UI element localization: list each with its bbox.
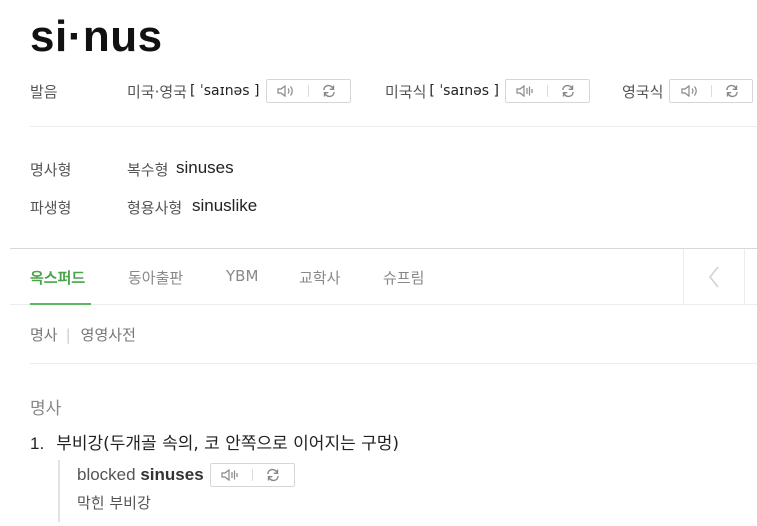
pron-region: 미국·영국	[127, 82, 187, 101]
subnav: 명사 | 영영사전	[30, 324, 136, 345]
pron-button-group	[265, 79, 351, 103]
example-line: blocked sinuses	[77, 460, 458, 490]
repeat-example-button[interactable]	[253, 464, 294, 486]
example-prefix: blocked	[77, 465, 136, 484]
speaker-icon	[221, 468, 238, 482]
tab-supreme[interactable]: 슈프림	[383, 267, 424, 288]
tab-kyohak[interactable]: 교학사	[299, 267, 340, 288]
pronunciation-label: 발음	[30, 83, 58, 101]
pron-button-group	[669, 79, 754, 103]
example-translation: 막힌 부비강	[77, 494, 151, 512]
sense-definition: 1. 부비강(두개골 속의, 코 안쪽으로 이어지는 구멍)	[30, 429, 399, 454]
pron-button-group	[504, 79, 590, 103]
example-button-group	[209, 463, 295, 487]
active-tab-indicator	[30, 303, 91, 305]
example-block: blocked sinuses 막힌 부비강	[58, 460, 458, 522]
form-word-link[interactable]: sinuslike	[192, 196, 257, 216]
tab-oxford[interactable]: 옥스퍼드	[30, 267, 85, 288]
sense-number: 1.	[30, 434, 45, 453]
headword: si·nus	[30, 12, 163, 61]
speaker-icon	[516, 84, 534, 98]
repeat-icon	[323, 84, 335, 98]
repeat-icon	[726, 84, 738, 98]
dictionary-tabs: 옥스퍼드 동아출판 YBM 교학사 슈프림	[10, 248, 757, 305]
repeat-pronunciation-button[interactable]	[548, 80, 589, 102]
pron-ipa: [ ˈsaɪnəs ]	[429, 83, 499, 99]
sense-meaning: 부비강(두개골 속의, 코 안쪽으로 이어지는 구멍)	[56, 434, 400, 454]
form-row-derived: 파생형 형용사형 sinuslike	[0, 195, 757, 219]
repeat-icon	[562, 84, 575, 98]
speaker-icon	[277, 84, 293, 98]
pronunciation-uk: 영국식	[622, 76, 754, 106]
play-pronunciation-button[interactable]	[506, 80, 547, 102]
form-kind: 형용사형	[127, 199, 183, 217]
play-pronunciation-button[interactable]	[267, 80, 308, 102]
form-label: 명사형	[30, 161, 72, 179]
divider	[30, 126, 757, 127]
pronunciation-row: 발음 미국·영국 [ ˈsaɪnəs ] 미국식 [ ˈsaɪnəs ] 영국식	[0, 76, 757, 106]
divider	[30, 363, 757, 364]
pron-ipa: [ ˈsaɪnəs ]	[189, 83, 260, 99]
repeat-pronunciation-button[interactable]	[309, 80, 350, 102]
example-highlight: sinuses	[140, 465, 204, 484]
example-text: blocked sinuses	[77, 465, 204, 485]
part-of-speech-heading: 명사	[30, 399, 62, 419]
pronunciation-us: 미국식 [ ˈsaɪnəs ]	[385, 76, 590, 106]
pron-region: 영국식	[622, 82, 664, 101]
tab-dongah[interactable]: 동아출판	[128, 267, 183, 288]
speaker-icon	[681, 84, 697, 98]
pronunciation-us-uk: 미국·영국 [ ˈsaɪnəs ]	[127, 76, 351, 106]
tab-ybm[interactable]: YBM	[226, 267, 258, 285]
subnav-dict-link[interactable]: 영영사전	[81, 324, 136, 345]
form-label: 파생형	[30, 199, 72, 217]
chevron-left-icon	[709, 266, 719, 288]
play-pronunciation-button[interactable]	[670, 80, 711, 102]
form-row-noun: 명사형 복수형 sinuses	[0, 157, 757, 181]
tabs-prev-button[interactable]	[683, 249, 745, 305]
subnav-pos-link[interactable]: 명사	[30, 324, 58, 345]
repeat-icon	[267, 468, 279, 482]
form-word-link[interactable]: sinuses	[176, 158, 234, 178]
subnav-separator: |	[65, 325, 71, 344]
play-example-button[interactable]	[211, 464, 252, 486]
pron-region: 미국식	[385, 82, 427, 101]
form-kind: 복수형	[127, 161, 169, 179]
repeat-pronunciation-button[interactable]	[712, 80, 753, 102]
